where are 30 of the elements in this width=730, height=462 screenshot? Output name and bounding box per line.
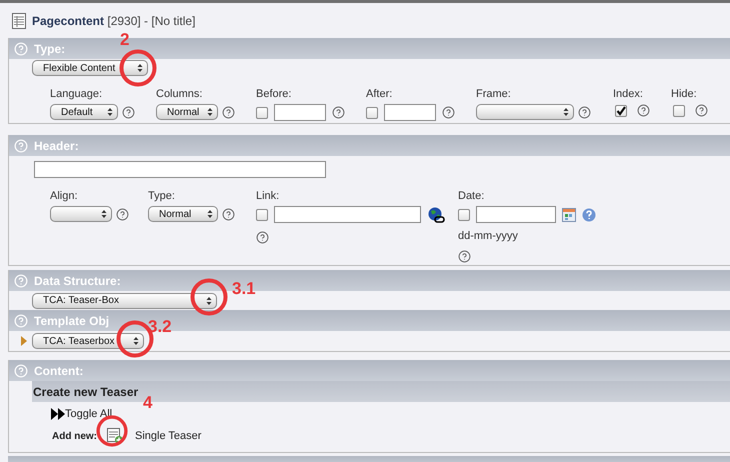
- section-title: Data Structure:: [34, 272, 121, 290]
- field-label: Date:: [458, 189, 486, 202]
- field-label: Link:: [256, 189, 280, 202]
- field-label: Frame:: [476, 87, 512, 100]
- section-title: Content:: [34, 362, 84, 380]
- subsection-title: Create new Teaser: [33, 384, 138, 400]
- select-dropdown[interactable]: Normal: [148, 206, 218, 222]
- section-title: Type:: [34, 40, 66, 58]
- field-label: Index:: [613, 87, 644, 100]
- add-new-label: Add new:: [52, 430, 97, 444]
- select-dropdown[interactable]: Normal: [156, 104, 218, 120]
- select-dropdown[interactable]: TCA: Teaser-Box: [32, 292, 217, 308]
- field-label: After:: [366, 87, 394, 100]
- annotation-label: 2: [120, 31, 130, 48]
- field-label: Language:: [50, 87, 103, 100]
- field-label: Before:: [256, 87, 292, 100]
- page-title: Pagecontent [2930] - [No title]: [32, 14, 196, 28]
- section-title: Header:: [34, 138, 79, 154]
- field-label: Hide:: [671, 87, 698, 100]
- select-dropdown[interactable]: Flexible Content: [32, 60, 148, 76]
- field-label: Type:: [148, 189, 176, 202]
- single-teaser-link[interactable]: Single Teaser: [135, 428, 202, 444]
- select-dropdown[interactable]: TCA: Teaserbox: [32, 333, 144, 349]
- select-dropdown[interactable]: Default: [50, 104, 118, 120]
- annotation-label: 4: [143, 394, 152, 411]
- date-format-hint: dd-mm-yyyy: [458, 229, 519, 244]
- section-title: Template Obj: [34, 312, 110, 330]
- field-label: Columns:: [156, 87, 204, 100]
- field-label: Align:: [50, 189, 79, 202]
- annotation-label: 3.1: [232, 280, 256, 297]
